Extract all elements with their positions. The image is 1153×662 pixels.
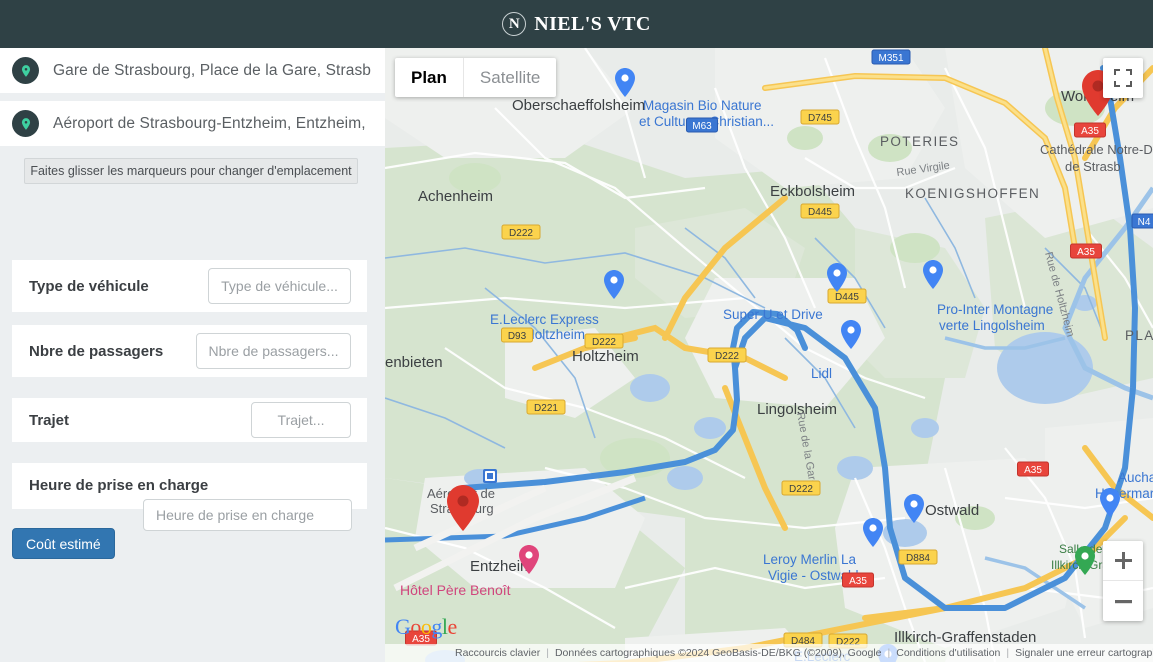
keyboard-shortcuts-link[interactable]: Raccourcis clavier — [455, 647, 540, 659]
trip-type-field: Trajet Trajet... — [12, 398, 367, 442]
terms-link[interactable]: Conditions d'utilisation — [896, 647, 1000, 659]
passenger-count-input[interactable]: Nbre de passagers... — [196, 333, 351, 369]
attrib-separator: | — [1006, 647, 1010, 659]
passenger-count-field: Nbre de passagers Nbre de passagers... — [12, 325, 367, 377]
drag-markers-hint: Faites glisser les marqueurs pour change… — [24, 158, 358, 184]
origin-address-row[interactable]: Gare de Strasbourg, Place de la Gare, St… — [0, 48, 385, 93]
zoom-in-button[interactable] — [1103, 541, 1143, 581]
brand-logo[interactable]: N NIEL'S VTC — [502, 12, 650, 36]
map-zoom-controls[interactable] — [1103, 541, 1143, 621]
map-pin-icon — [12, 57, 39, 84]
report-error-link[interactable]: Signaler une erreur cartographique — [1015, 647, 1153, 659]
vehicle-type-label: Type de véhicule — [29, 277, 149, 295]
google-logo-char: o — [410, 614, 421, 639]
app-header: N NIEL'S VTC — [0, 0, 1153, 48]
map-type-plan-button[interactable]: Plan — [395, 58, 463, 97]
google-logo: Google — [395, 614, 457, 640]
destination-address-text: Aéroport de Strasbourg-Entzheim, Entzhei… — [53, 114, 366, 132]
zoom-out-button[interactable] — [1103, 581, 1143, 621]
trip-type-label: Trajet — [29, 411, 70, 429]
map-tiles — [385, 48, 1153, 662]
attrib-separator: | — [546, 647, 549, 659]
destination-address-row[interactable]: Aéroport de Strasbourg-Entzheim, Entzhei… — [0, 101, 385, 146]
attrib-separator: | — [887, 647, 891, 659]
origin-address-text: Gare de Strasbourg, Place de la Gare, St… — [53, 61, 372, 79]
brand-name: NIEL'S VTC — [534, 12, 651, 35]
vehicle-type-input[interactable]: Type de véhicule... — [208, 268, 351, 304]
map-type-satellite-button[interactable]: Satellite — [462, 58, 556, 97]
google-logo-char: g — [431, 614, 442, 639]
google-logo-char: G — [395, 614, 411, 639]
brand-monogram-icon: N — [502, 12, 527, 36]
map-type-toggle[interactable]: Plan Satellite — [395, 58, 557, 97]
map-attribution-bar: Raccourcis clavier | Données cartographi… — [385, 644, 1153, 662]
map-pin-icon — [12, 110, 39, 137]
trip-type-input[interactable]: Trajet... — [251, 402, 351, 438]
estimate-cost-button[interactable]: Coût estimé — [12, 528, 115, 559]
map-canvas[interactable]: Oberschaeffolsheim Wolfisheim Achenheim Eck… — [385, 48, 1153, 662]
vtc-booking-page: N NIEL'S VTC Gare de Strasbourg, Place d… — [0, 0, 1153, 662]
pickup-time-input[interactable]: Heure de prise en charge — [143, 499, 352, 531]
fullscreen-icon[interactable] — [1103, 58, 1143, 98]
google-logo-char: o — [420, 614, 432, 639]
vehicle-type-field: Type de véhicule Type de véhicule... — [12, 260, 367, 312]
map-data-credit: Données cartographiques ©2024 GeoBasis-D… — [554, 647, 882, 659]
passenger-count-label: Nbre de passagers — [29, 342, 164, 360]
google-logo-char: e — [447, 614, 458, 639]
booking-sidebar: Gare de Strasbourg, Place de la Gare, St… — [0, 48, 385, 662]
